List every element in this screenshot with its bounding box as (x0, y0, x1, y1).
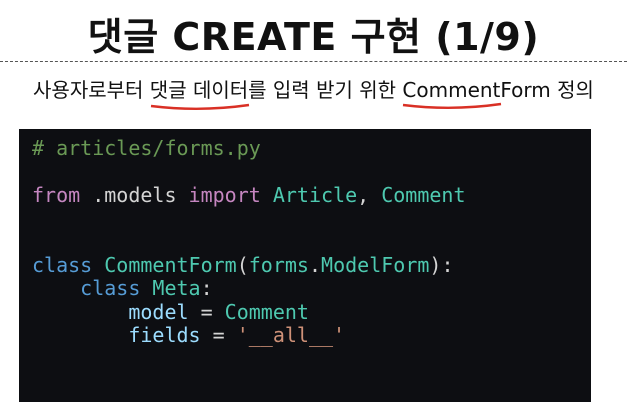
code-eq-model: = (188, 299, 225, 324)
subtitle-text-2: 받기 위한 (309, 78, 403, 102)
subtitle-text-1: 사용자로부터 (33, 78, 150, 102)
code-module: .models (80, 182, 189, 207)
subtitle-highlight-1-text: 댓글 데이터를 입력 (149, 78, 310, 102)
code-indent-8 (32, 300, 128, 324)
code-kw-class-meta: class (80, 276, 141, 301)
code-kw-class: class (32, 252, 93, 277)
red-underline-1 (150, 102, 250, 112)
code-eq-fields: = (200, 323, 237, 348)
code-comma: , (357, 182, 382, 207)
subtitle-highlight-commentform: CommentForm (402, 78, 551, 102)
code-line-8: model = Comment (32, 299, 591, 324)
code-paren-open: ( (236, 252, 249, 277)
code-dot: . (308, 252, 322, 277)
code-class-commentform: CommentForm (92, 252, 237, 277)
code-var-fields: fields (128, 323, 201, 348)
code-paren-close: ): (429, 252, 454, 277)
code-class-meta: Meta (140, 276, 201, 301)
code-class-comment: Comment (381, 182, 466, 207)
code-kw-import: import (188, 182, 261, 207)
code-line-1: # articles/forms.py (32, 136, 591, 160)
slide-title: 댓글 CREATE 구현 (1/9) (87, 15, 540, 59)
dashed-divider (0, 61, 627, 62)
code-var-model: model (128, 299, 189, 324)
red-underline-2 (402, 101, 502, 111)
code-modelform: ModelForm (321, 252, 430, 277)
code-line-3: from .models import Article, Comment (32, 182, 591, 207)
code-value-comment: Comment (224, 299, 309, 324)
subtitle-text-3: 정의 (550, 78, 594, 102)
subtitle-highlight-2-text: CommentForm (402, 78, 551, 102)
code-string-all: '__all__' (236, 323, 346, 348)
code-line-6: class CommentForm(forms.ModelForm): (32, 252, 591, 277)
code-class-article: Article (260, 182, 358, 207)
code-colon: : (200, 276, 213, 301)
code-comment: # articles/forms.py (32, 136, 261, 160)
code-forms: forms (248, 252, 309, 277)
code-indent-9 (32, 323, 128, 347)
subtitle-highlight-data-input: 댓글 데이터를 입력 (150, 74, 310, 103)
code-line-9: fields = '__all__' (32, 323, 591, 348)
slide-subtitle: 사용자로부터 댓글 데이터를 입력 받기 위한 CommentForm 정의 (0, 74, 627, 103)
code-indent-7 (32, 276, 80, 300)
code-kw-from: from (32, 182, 81, 207)
code-block: # articles/forms.py from .models import … (19, 129, 591, 402)
code-line-7: class Meta: (32, 277, 591, 300)
